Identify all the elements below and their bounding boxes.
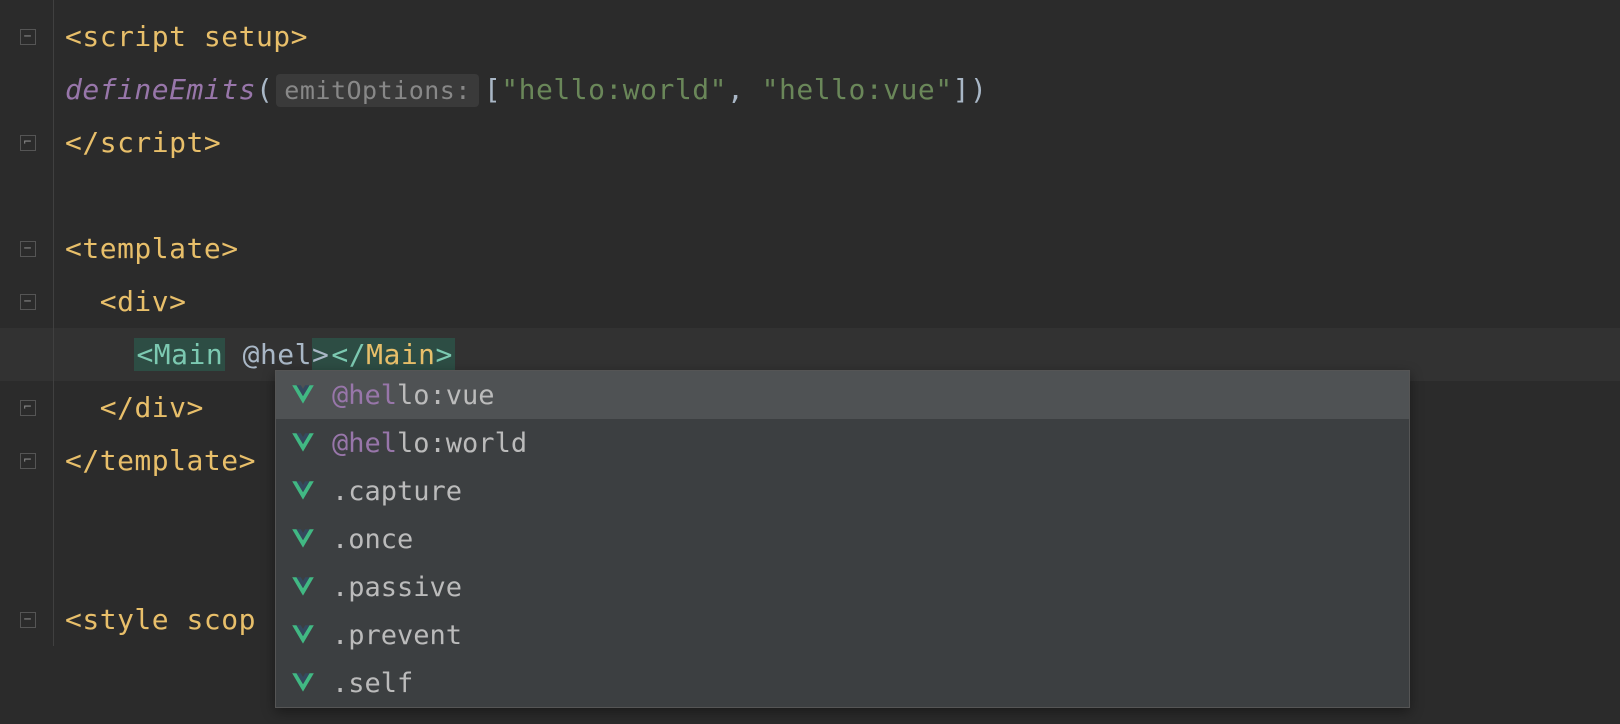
completion-item[interactable]: .self: [276, 659, 1409, 707]
code-line[interactable]: defineEmits(emitOptions:["hello:world", …: [0, 63, 1620, 116]
comma: ,: [727, 73, 762, 106]
tag-bracket: <: [100, 285, 117, 318]
tag-name: style: [82, 603, 169, 636]
tag-bracket: </: [65, 126, 100, 159]
code-line[interactable]: − <template>: [0, 222, 1620, 275]
completion-label: .prevent: [332, 620, 462, 651]
tag-bracket: </: [100, 391, 135, 424]
completion-label: .passive: [332, 572, 462, 603]
completion-label: @hello:world: [332, 428, 527, 459]
bracket: ]: [953, 73, 970, 106]
tag-bracket: >: [221, 232, 238, 265]
completion-item[interactable]: @hello:world: [276, 419, 1409, 467]
fold-collapse-icon[interactable]: −: [20, 294, 36, 310]
vue-icon: [290, 382, 316, 408]
tag-bracket: >: [291, 20, 308, 53]
completion-label: .once: [332, 524, 413, 555]
fold-collapse-icon[interactable]: −: [20, 612, 36, 628]
tag-name: script: [82, 20, 186, 53]
tag-bracket: <: [65, 603, 82, 636]
fold-collapse-icon[interactable]: −: [20, 29, 36, 45]
gutter[interactable]: ⌐: [0, 381, 55, 434]
tag-attr: setup: [187, 20, 291, 53]
gutter[interactable]: −: [0, 593, 55, 646]
string-literal: "hello:world": [501, 73, 727, 106]
tag-name: template: [100, 444, 239, 477]
fold-end-icon[interactable]: ⌐: [20, 135, 36, 151]
matched-bracket: >: [312, 338, 329, 371]
bracket: [: [484, 73, 501, 106]
tag-bracket: >: [187, 391, 204, 424]
completion-item[interactable]: .prevent: [276, 611, 1409, 659]
vue-icon: [290, 478, 316, 504]
tag-name: div: [134, 391, 186, 424]
tag-bracket: </: [65, 444, 100, 477]
vue-icon: [290, 430, 316, 456]
function-name: defineEmits: [65, 73, 256, 106]
tag-bracket: <: [65, 232, 82, 265]
gutter[interactable]: −: [0, 275, 55, 328]
matched-tag-close: </Main>: [329, 338, 455, 371]
attr-typed: @hel: [225, 338, 312, 371]
gutter[interactable]: ⌐: [0, 434, 55, 487]
code-line[interactable]: ⌐ </script>: [0, 116, 1620, 169]
completion-label: .capture: [332, 476, 462, 507]
tag-bracket: <: [65, 20, 82, 53]
autocomplete-popup[interactable]: @hello:vue @hello:world .capture .once .pass…: [275, 370, 1410, 708]
vue-icon: [290, 670, 316, 696]
matched-tag-open: <Main: [134, 338, 225, 371]
tag-attr: scop: [169, 603, 256, 636]
completion-item[interactable]: .passive: [276, 563, 1409, 611]
completion-label: @hello:vue: [332, 380, 495, 411]
vue-icon: [290, 574, 316, 600]
fold-collapse-icon[interactable]: −: [20, 241, 36, 257]
code-line[interactable]: − <div>: [0, 275, 1620, 328]
code-line[interactable]: [0, 169, 1620, 222]
code-line[interactable]: − <script setup>: [0, 10, 1620, 63]
tag-bracket: >: [239, 444, 256, 477]
paren: ): [970, 73, 987, 106]
paren: (: [256, 73, 273, 106]
tag-name: template: [82, 232, 221, 265]
gutter[interactable]: ⌐: [0, 116, 55, 169]
vue-icon: [290, 526, 316, 552]
param-hint: emitOptions:: [276, 74, 479, 107]
tag-name: div: [117, 285, 169, 318]
fold-end-icon[interactable]: ⌐: [20, 453, 36, 469]
completion-label: .self: [332, 668, 413, 699]
tag-bracket: >: [204, 126, 221, 159]
gutter[interactable]: −: [0, 222, 55, 275]
string-literal: "hello:vue": [762, 73, 953, 106]
fold-end-icon[interactable]: ⌐: [20, 400, 36, 416]
completion-item[interactable]: .capture: [276, 467, 1409, 515]
gutter[interactable]: −: [0, 10, 55, 63]
tag-name: script: [100, 126, 204, 159]
vue-icon: [290, 622, 316, 648]
tag-bracket: >: [169, 285, 186, 318]
completion-item[interactable]: .once: [276, 515, 1409, 563]
completion-item[interactable]: @hello:vue: [276, 371, 1409, 419]
